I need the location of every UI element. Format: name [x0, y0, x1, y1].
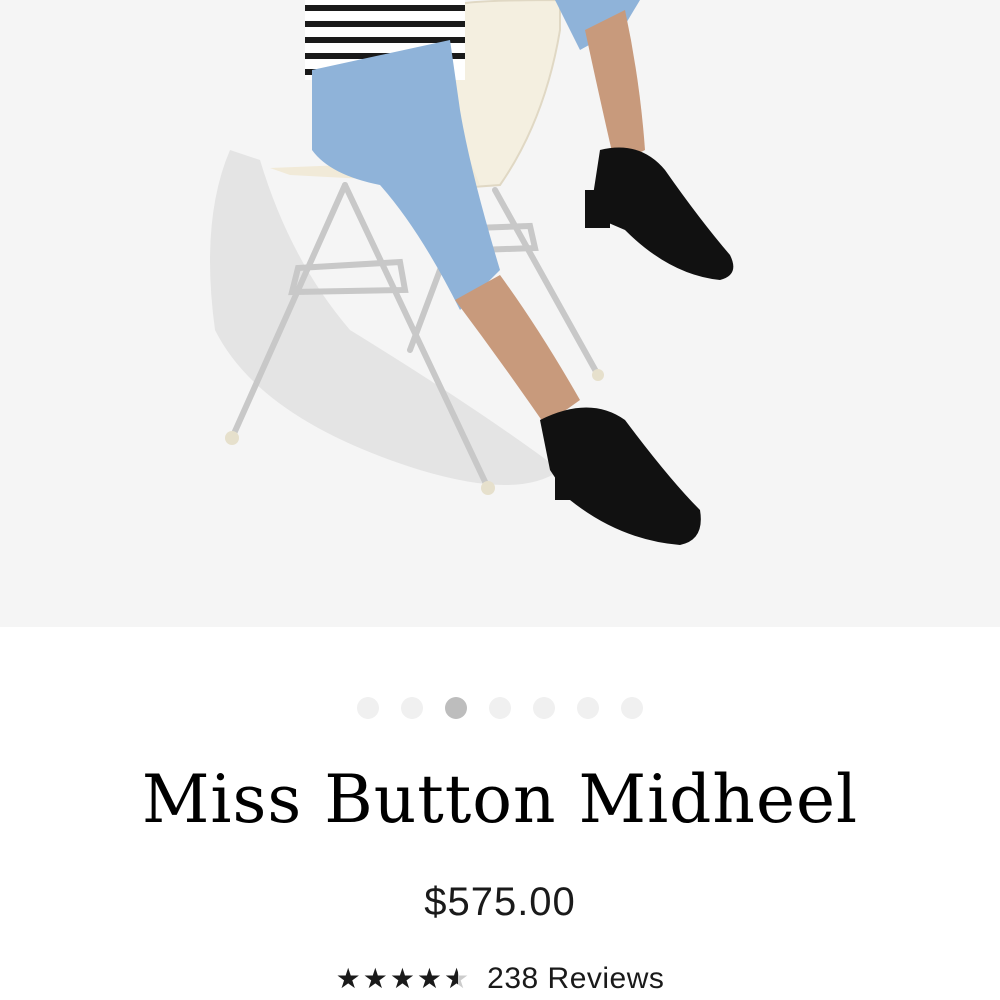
carousel-dot[interactable] [401, 697, 423, 719]
star-icon: ★ [416, 963, 443, 994]
carousel-dot-active[interactable] [445, 697, 467, 719]
carousel-dot[interactable] [533, 697, 555, 719]
carousel-dot[interactable] [577, 697, 599, 719]
half-star-icon: ★ ★ [444, 963, 470, 994]
product-price: $575.00 [424, 880, 576, 924]
reviews-link[interactable]: 238 Reviews [487, 962, 664, 996]
star-icon: ★ [389, 963, 415, 994]
star-icon: ★ [335, 963, 361, 994]
carousel-dots [0, 697, 1000, 719]
star-icon: ★ [362, 963, 388, 994]
carousel-dot[interactable] [357, 697, 379, 719]
rating-row: ★ ★ ★ ★ ★ ★ 238 Reviews [0, 962, 1000, 996]
carousel-dot[interactable] [621, 697, 643, 719]
product-page: Miss Button Midheel $575.00 ★ ★ ★ ★ ★ ★ … [0, 0, 1000, 1000]
product-title: Miss Button Midheel [141, 761, 859, 838]
carousel-dot[interactable] [489, 697, 511, 719]
product-image[interactable] [0, 0, 1000, 627]
star-rating[interactable]: ★ ★ ★ ★ ★ ★ [336, 965, 470, 993]
product-photo [210, 0, 734, 545]
